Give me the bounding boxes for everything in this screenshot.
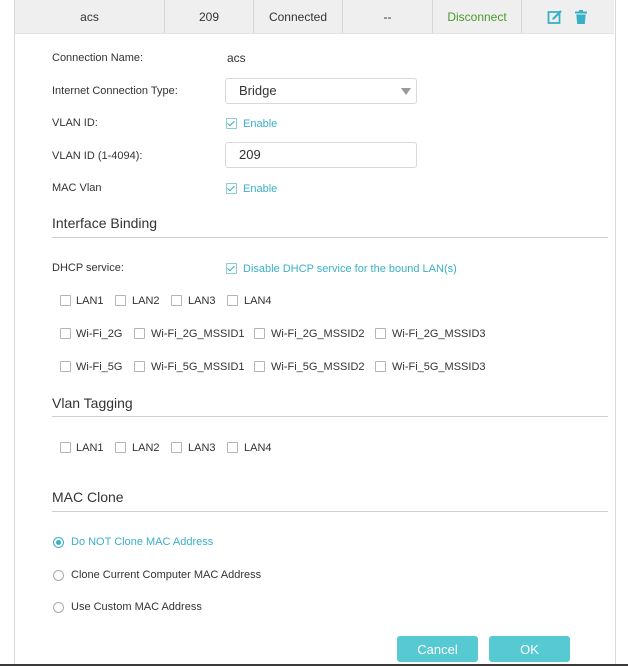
section-divider bbox=[52, 416, 608, 417]
mac-vlan-label: MAC Vlan bbox=[52, 182, 102, 194]
tagging-lan2-label: LAN2 bbox=[132, 442, 160, 454]
binding-lan4-label: LAN4 bbox=[244, 295, 272, 307]
trash-icon[interactable] bbox=[573, 9, 589, 25]
mac-vlan-enable-checkbox[interactable] bbox=[226, 183, 237, 194]
tagging-lan3-label: LAN3 bbox=[188, 442, 216, 454]
wifi-5g-mssid1-label: Wi-Fi_5G_MSSID1 bbox=[151, 361, 245, 373]
tagging-lan1-checkbox[interactable] bbox=[60, 442, 71, 453]
connection-name-value: acs bbox=[227, 51, 246, 65]
custom-mac-label: Use Custom MAC Address bbox=[71, 601, 202, 613]
dhcp-disable-label: Disable DHCP service for the bound LAN(s… bbox=[243, 263, 457, 275]
custom-mac-radio[interactable] bbox=[53, 602, 64, 613]
wifi-2g-mssid2-label: Wi-Fi_2G_MSSID2 bbox=[271, 328, 365, 340]
connection-row: acs 209 Connected -- Disconnect bbox=[15, 0, 614, 34]
tagging-lan3-checkbox[interactable] bbox=[171, 442, 182, 453]
wifi-5g-mssid1-checkbox[interactable] bbox=[134, 361, 145, 372]
wifi-5g-label: Wi-Fi_5G bbox=[76, 361, 123, 373]
dhcp-service-label: DHCP service: bbox=[52, 262, 124, 274]
wifi-5g-mssid3-label: Wi-Fi_5G_MSSID3 bbox=[392, 361, 486, 373]
tagging-lan4-label: LAN4 bbox=[244, 442, 272, 454]
connection-type-label: Internet Connection Type: bbox=[52, 85, 178, 97]
binding-lan4-checkbox[interactable] bbox=[227, 295, 238, 306]
disconnect-link[interactable]: Disconnect bbox=[433, 0, 522, 33]
binding-lan3-checkbox[interactable] bbox=[171, 295, 182, 306]
clone-current-radio[interactable] bbox=[53, 570, 64, 581]
wifi-2g-mssid3-checkbox[interactable] bbox=[375, 328, 386, 339]
section-divider bbox=[52, 511, 608, 512]
wifi-2g-mssid3-label: Wi-Fi_2G_MSSID3 bbox=[392, 328, 486, 340]
ok-button[interactable]: OK bbox=[489, 636, 570, 662]
binding-lan1-label: LAN1 bbox=[76, 295, 104, 307]
ip-cell: -- bbox=[343, 0, 433, 33]
tagging-lan1-label: LAN1 bbox=[76, 442, 104, 454]
mac-vlan-enable-label: Enable bbox=[243, 183, 278, 195]
chevron-down-icon bbox=[401, 88, 411, 95]
wifi-2g-mssid1-label: Wi-Fi_2G_MSSID1 bbox=[151, 328, 245, 340]
wifi-5g-mssid2-checkbox[interactable] bbox=[254, 361, 265, 372]
wifi-2g-mssid2-checkbox[interactable] bbox=[254, 328, 265, 339]
no-clone-label: Do NOT Clone MAC Address bbox=[71, 536, 214, 548]
cancel-button[interactable]: Cancel bbox=[397, 636, 478, 662]
vlan-id-enable-checkbox[interactable] bbox=[226, 118, 237, 129]
edit-icon[interactable] bbox=[547, 9, 563, 25]
interface-binding-title: Interface Binding bbox=[52, 215, 158, 231]
wifi-5g-checkbox[interactable] bbox=[60, 361, 71, 372]
status-cell: Connected bbox=[254, 0, 343, 33]
mac-clone-title: MAC Clone bbox=[52, 489, 124, 505]
wifi-5g-mssid2-label: Wi-Fi_5G_MSSID2 bbox=[271, 361, 365, 373]
connection-type-select[interactable]: Bridge bbox=[225, 78, 417, 104]
tagging-lan4-checkbox[interactable] bbox=[227, 442, 238, 453]
wifi-2g-label: Wi-Fi_2G bbox=[76, 328, 123, 340]
vlan-id-enable-label: Enable bbox=[243, 118, 278, 130]
tagging-lan2-checkbox[interactable] bbox=[115, 442, 126, 453]
dhcp-disable-checkbox[interactable] bbox=[226, 263, 237, 274]
binding-lan1-checkbox[interactable] bbox=[60, 295, 71, 306]
wifi-2g-checkbox[interactable] bbox=[60, 328, 71, 339]
wifi-2g-mssid1-checkbox[interactable] bbox=[134, 328, 145, 339]
wifi-5g-mssid3-checkbox[interactable] bbox=[375, 361, 386, 372]
vlan-cell: 209 bbox=[165, 0, 254, 33]
binding-lan2-checkbox[interactable] bbox=[115, 295, 126, 306]
binding-lan3-label: LAN3 bbox=[188, 295, 216, 307]
no-clone-radio[interactable] bbox=[53, 537, 64, 548]
connection-name-cell: acs bbox=[15, 0, 165, 33]
section-divider bbox=[52, 237, 608, 238]
vlan-id-label: VLAN ID: bbox=[52, 117, 98, 129]
clone-current-label: Clone Current Computer MAC Address bbox=[71, 569, 262, 581]
connection-name-label: Connection Name: bbox=[52, 52, 144, 64]
vlan-id-input[interactable]: 209 bbox=[225, 142, 417, 168]
connection-type-value: Bridge bbox=[239, 83, 277, 98]
vlan-id-range-label: VLAN ID (1-4094): bbox=[52, 150, 143, 162]
vlan-tagging-title: Vlan Tagging bbox=[52, 395, 133, 411]
binding-lan2-label: LAN2 bbox=[132, 295, 160, 307]
row-actions bbox=[522, 0, 614, 33]
